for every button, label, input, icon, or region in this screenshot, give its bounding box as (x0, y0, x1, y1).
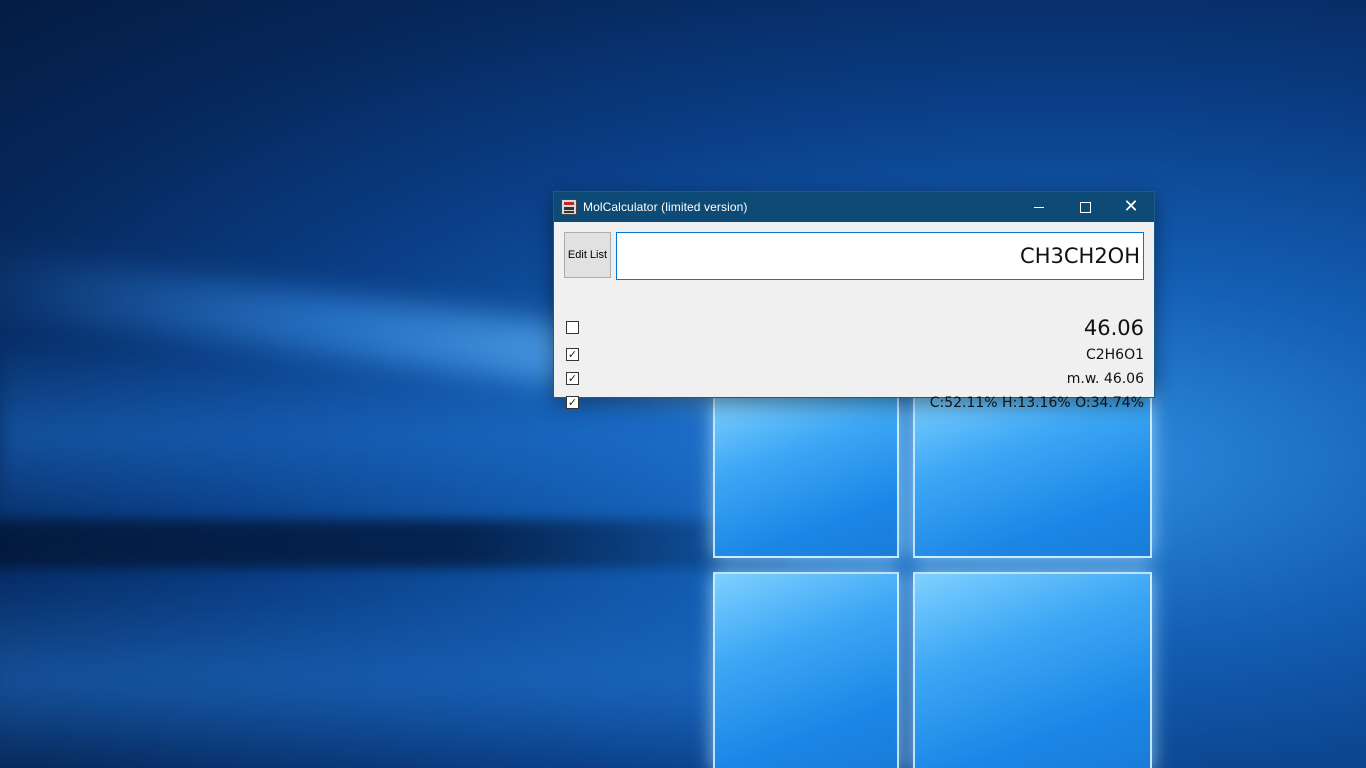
formula-input[interactable] (616, 232, 1144, 280)
mass-value: 46.06 (1083, 316, 1144, 340)
composition-value: C:52.11% H:13.16% O:34.74% (929, 395, 1144, 411)
window-client-area: Edit List 46.06 ✓ C2H6O1 ✓ m.w. 46.06 ✓ … (554, 222, 1154, 411)
close-button[interactable]: ✕ (1108, 192, 1154, 222)
result-row-molecular-weight: ✓ m.w. 46.06 (554, 369, 1154, 391)
result-row-formula: ✓ C2H6O1 (554, 345, 1154, 367)
molecular-weight-checkbox[interactable]: ✓ (566, 372, 579, 385)
edit-list-button[interactable]: Edit List (564, 232, 611, 278)
app-icon[interactable] (561, 199, 577, 215)
desktop-wallpaper: MolCalculator (limited version) ✕ Edit L… (0, 0, 1366, 768)
maximize-button[interactable] (1062, 192, 1108, 222)
mass-checkbox[interactable] (566, 321, 579, 334)
wallpaper-shadow-band (0, 520, 790, 568)
window-title: MolCalculator (limited version) (583, 200, 748, 214)
maximize-icon (1079, 201, 1091, 213)
result-row-composition: ✓ C:52.11% H:13.16% O:34.74% (554, 393, 1154, 415)
windows-logo-pane (913, 572, 1152, 768)
title-bar[interactable]: MolCalculator (limited version) ✕ (554, 192, 1154, 222)
minimize-button[interactable] (1016, 192, 1062, 222)
windows-logo-pane (713, 396, 899, 558)
minimize-icon (1034, 206, 1044, 208)
windows-logo-pane (913, 390, 1152, 558)
result-row-mass: 46.06 (554, 314, 1154, 340)
molecular-weight-value: m.w. 46.06 (1066, 371, 1144, 387)
wallpaper-light-beam (0, 580, 740, 768)
composition-checkbox[interactable]: ✓ (566, 396, 579, 409)
close-icon: ✕ (1123, 196, 1139, 217)
windows-logo-pane (713, 572, 899, 768)
formula-value: C2H6O1 (1085, 347, 1144, 363)
formula-checkbox[interactable]: ✓ (566, 348, 579, 361)
molcalculator-window: MolCalculator (limited version) ✕ Edit L… (554, 192, 1154, 411)
